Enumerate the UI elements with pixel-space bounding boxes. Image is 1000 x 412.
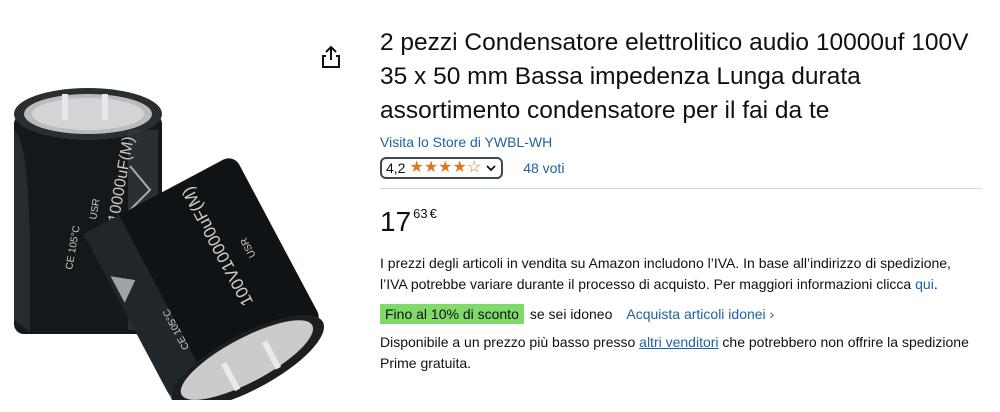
star-icon: ★	[438, 159, 453, 176]
product-image-area: 100V10000uF(M) CE 105°C USR 100V10000uF(…	[0, 0, 370, 412]
star-rating: ★ ★ ★ ★ ☆	[409, 160, 481, 176]
rating-value: 4,2	[386, 160, 406, 176]
star-icon: ★	[409, 159, 424, 176]
star-icon: ★	[423, 159, 439, 176]
store-link[interactable]: Visita lo Store di YWBL-WH	[380, 134, 552, 150]
star-empty-icon: ☆	[466, 159, 482, 176]
product-info: 2 pezzi Condensatore elettrolitico audio…	[380, 26, 982, 374]
share-icon[interactable]	[318, 44, 344, 70]
availability-notice: Disponibile a un prezzo più basso presso…	[380, 334, 969, 371]
discount-row: Fino al 10% di sconto se sei idoneo Acqu…	[380, 304, 982, 324]
rating-dropdown[interactable]: 4,2 ★ ★ ★ ★ ☆	[380, 157, 504, 179]
star-icon: ★	[452, 159, 467, 176]
divider	[380, 188, 982, 189]
rating-row: 4,2 ★ ★ ★ ★ ☆ 48 voti	[380, 154, 982, 182]
discount-badge: Fino al 10% di sconto	[380, 304, 524, 324]
eligible-items-link[interactable]: Acquista articoli idonei ›	[626, 306, 774, 322]
vat-notice: I prezzi degli articoli in vendita su Am…	[380, 255, 951, 292]
chevron-down-icon	[486, 165, 496, 172]
product-title: 2 pezzi Condensatore elettrolitico audio…	[380, 29, 969, 124]
price-fraction: 63	[413, 206, 428, 221]
price-whole: 17	[380, 206, 412, 237]
price-currency: €	[429, 206, 437, 221]
ratings-count-link[interactable]: 48 voti	[523, 160, 564, 176]
discount-condition: se sei idoneo	[529, 306, 613, 322]
product-image[interactable]: 100V10000uF(M) CE 105°C USR 100V10000uF(…	[0, 70, 350, 400]
vat-info-link[interactable]: qui	[915, 276, 934, 292]
other-sellers-link[interactable]: altri venditori	[639, 334, 718, 350]
price: 17 63 €	[380, 207, 982, 247]
